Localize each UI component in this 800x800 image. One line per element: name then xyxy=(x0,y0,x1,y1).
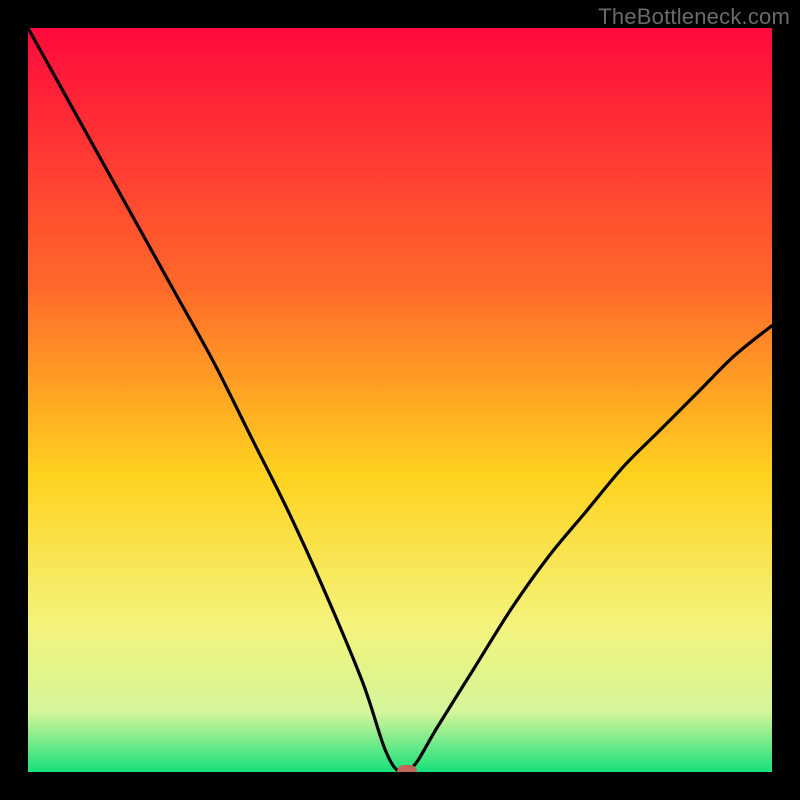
plot-area xyxy=(28,28,772,772)
gradient-background xyxy=(28,28,772,772)
operating-point-marker xyxy=(397,765,417,772)
bottleneck-chart-svg xyxy=(28,28,772,772)
chart-frame: TheBottleneck.com xyxy=(0,0,800,800)
watermark-text: TheBottleneck.com xyxy=(598,4,790,30)
